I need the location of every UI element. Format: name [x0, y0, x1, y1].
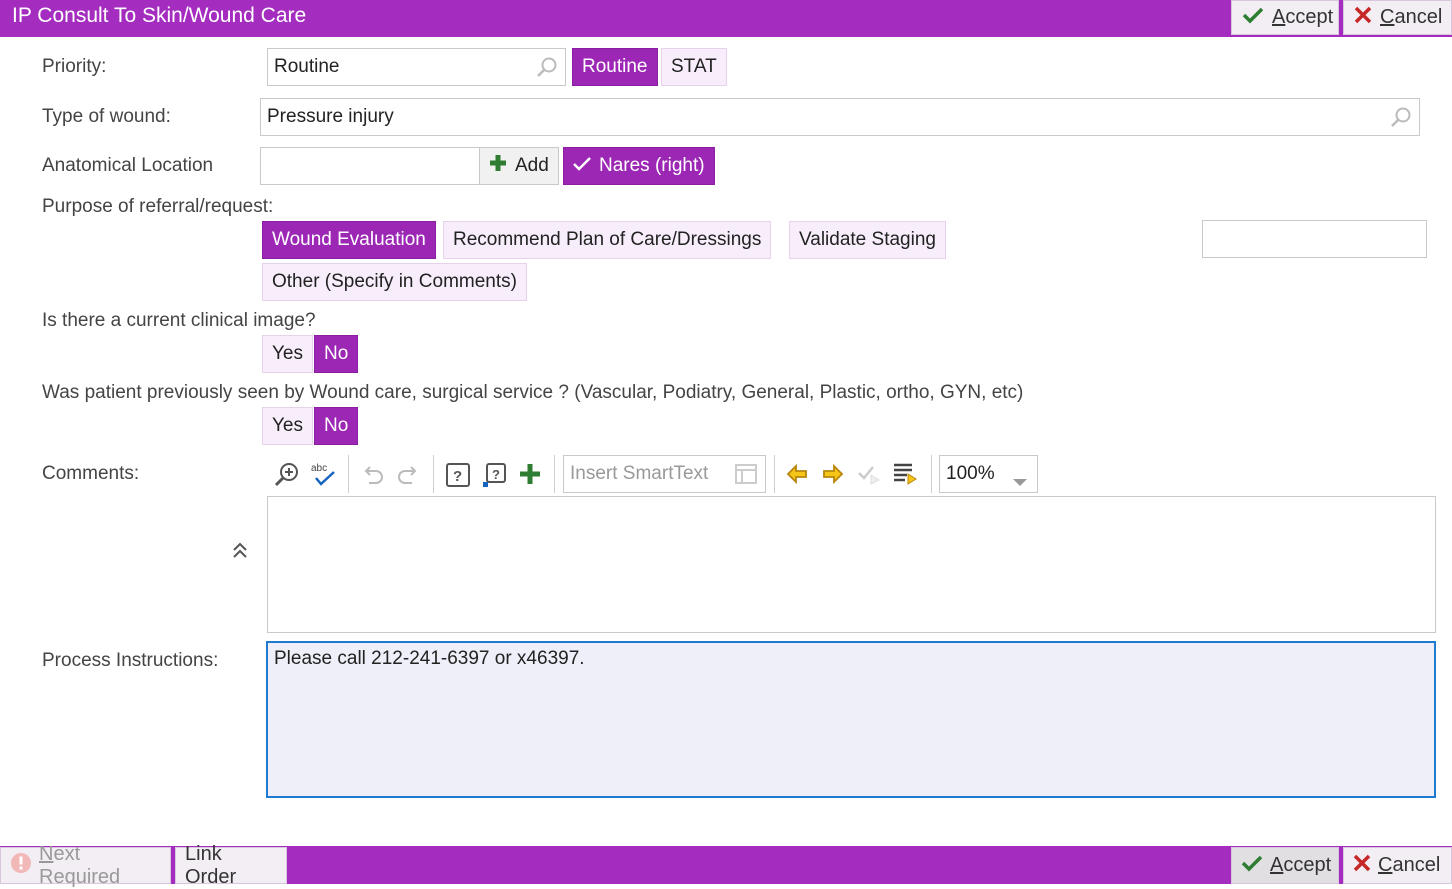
alert-icon: [10, 852, 32, 880]
toolbar-divider: [433, 455, 434, 493]
toolbar-divider: [774, 455, 775, 493]
purpose-other-input[interactable]: [1202, 220, 1427, 258]
smarttext-list-icon[interactable]: [735, 464, 757, 490]
footer-accept-button[interactable]: Accept: [1231, 847, 1339, 884]
header-accept-button[interactable]: Accept: [1231, 0, 1339, 35]
check-icon: [1241, 854, 1263, 878]
priority-stat-button[interactable]: STAT: [661, 48, 727, 86]
spellcheck-icon[interactable]: abc: [310, 460, 338, 494]
svg-text:?: ?: [453, 468, 462, 485]
check-icon: [573, 155, 591, 177]
seen-before-no[interactable]: No: [314, 407, 359, 445]
search-icon[interactable]: [1389, 106, 1413, 136]
location-chip-nares-right[interactable]: Nares (right): [563, 147, 715, 185]
help-list-icon[interactable]: ?: [481, 462, 507, 494]
window-title: IP Consult To Skin/Wound Care: [12, 4, 307, 27]
clinical-image-label: Is there a current clinical image?: [42, 310, 316, 331]
purpose-label: Purpose of referral/request:: [42, 196, 274, 217]
plus-icon: [489, 154, 507, 178]
comments-label: Comments:: [42, 463, 140, 484]
wound-type-label: Type of wound:: [42, 106, 171, 127]
add-plus-icon[interactable]: [519, 463, 541, 491]
search-icon[interactable]: [535, 56, 559, 86]
close-icon: [1354, 6, 1372, 30]
zoom-select[interactable]: 100%: [939, 455, 1038, 493]
purpose-recommend-plan[interactable]: Recommend Plan of Care/Dressings: [443, 221, 772, 259]
svg-text:?: ?: [492, 467, 500, 482]
clinical-image-no[interactable]: No: [314, 335, 359, 373]
smarttext-input[interactable]: Insert SmartText: [563, 455, 766, 493]
accept-arrow-icon[interactable]: [857, 463, 881, 491]
insert-list-icon[interactable]: [893, 462, 919, 492]
svg-text:abc: abc: [311, 463, 327, 474]
location-add-button[interactable]: Add: [479, 147, 559, 185]
location-label: Anatomical Location: [42, 155, 214, 176]
collapse-up-icon[interactable]: [231, 541, 249, 565]
priority-label: Priority:: [42, 56, 107, 77]
process-label: Process Instructions:: [42, 650, 219, 671]
priority-routine-button[interactable]: Routine: [572, 48, 658, 86]
purpose-validate-staging[interactable]: Validate Staging: [789, 221, 946, 259]
chevron-down-icon: [1013, 471, 1027, 493]
arrow-right-icon[interactable]: [822, 463, 844, 490]
header-cancel-button[interactable]: Cancel: [1343, 0, 1452, 35]
purpose-wound-evaluation[interactable]: Wound Evaluation: [262, 221, 436, 259]
footer-cancel-button[interactable]: Cancel: [1343, 847, 1452, 884]
close-icon: [1353, 854, 1371, 878]
location-input[interactable]: [260, 147, 480, 185]
priority-input[interactable]: Routine: [267, 48, 566, 86]
toolbar-divider: [931, 455, 932, 493]
seen-before-yes[interactable]: Yes: [262, 407, 313, 445]
redo-icon[interactable]: [396, 463, 420, 493]
purpose-other-specify[interactable]: Other (Specify in Comments): [262, 263, 527, 301]
wound-type-input[interactable]: Pressure injury: [260, 98, 1420, 136]
help-icon[interactable]: ?: [445, 462, 471, 494]
comments-textarea[interactable]: [267, 496, 1436, 633]
toolbar-divider: [348, 455, 349, 493]
link-order-button[interactable]: Link Order: [175, 843, 287, 888]
next-required-button[interactable]: Next Required: [0, 843, 171, 888]
check-icon: [1242, 6, 1264, 30]
zoom-in-icon[interactable]: [274, 462, 300, 494]
toolbar-divider: [554, 455, 555, 493]
arrow-left-icon[interactable]: [786, 463, 808, 490]
undo-icon[interactable]: [361, 463, 385, 493]
process-instructions-field[interactable]: Please call 212-241-6397 or x46397.: [266, 641, 1436, 798]
clinical-image-yes[interactable]: Yes: [262, 335, 313, 373]
seen-before-label: Was patient previously seen by Wound car…: [42, 382, 1024, 403]
